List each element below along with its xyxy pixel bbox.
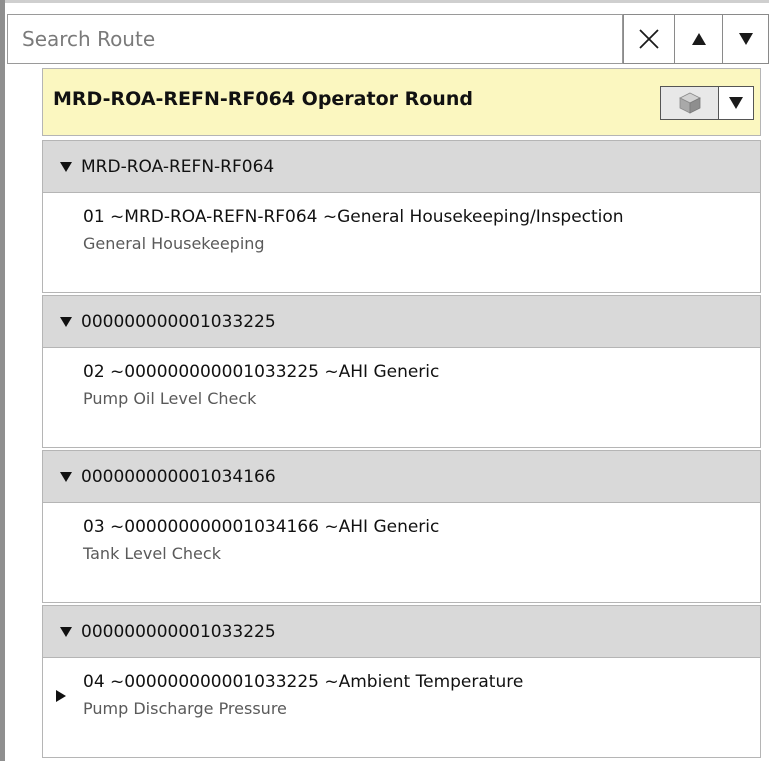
step-item-current[interactable]: 04 ~000000000001033225 ~Ambient Temperat… [42,658,761,758]
triangle-down-icon [60,626,72,637]
group-label: 000000000001034166 [81,466,276,487]
route-options-button[interactable] [661,87,718,119]
step-subtitle: Pump Discharge Pressure [83,699,287,718]
step-item[interactable]: 02 ~000000000001033225 ~AHI Generic Pump… [42,348,761,448]
step-title: 04 ~000000000001033225 ~Ambient Temperat… [83,672,524,692]
route-list: MRD-ROA-REFN-RF064 Operator Round MRD-RO… [42,68,761,761]
step-subtitle: Pump Oil Level Check [83,389,257,408]
triangle-down-icon [738,33,753,45]
step-item[interactable]: 01 ~MRD-ROA-REFN-RF064 ~General Housekee… [42,193,761,293]
group-header[interactable]: 000000000001034166 [42,450,761,503]
step-title: 02 ~000000000001033225 ~AHI Generic [83,362,440,382]
previous-step-button[interactable] [674,14,723,64]
next-step-button[interactable] [722,14,769,64]
step-item[interactable]: 03 ~000000000001034166 ~AHI Generic Tank… [42,503,761,603]
group-label: 000000000001033225 [81,311,276,332]
route-menu-button[interactable] [660,86,754,120]
step-title: 01 ~MRD-ROA-REFN-RF064 ~General Housekee… [83,207,624,227]
triangle-up-icon [691,33,706,45]
cube-icon [678,92,701,114]
route-header: MRD-ROA-REFN-RF064 Operator Round [42,68,761,136]
group-label: 000000000001033225 [81,621,276,642]
step-subtitle: General Housekeeping [83,234,265,253]
triangle-down-icon [60,471,72,482]
group-header[interactable]: MRD-ROA-REFN-RF064 [42,140,761,193]
panel-top-edge [0,0,769,3]
panel-left-edge [0,0,5,761]
current-step-arrow-icon [56,690,66,702]
step-subtitle: Tank Level Check [83,544,221,563]
triangle-down-icon [60,316,72,327]
search-input[interactable] [7,14,623,64]
clear-search-button[interactable] [623,14,675,64]
group-label: MRD-ROA-REFN-RF064 [81,156,275,177]
group-header[interactable]: 000000000001033225 [42,295,761,348]
search-bar [7,14,769,66]
group-header[interactable]: 000000000001033225 [42,605,761,658]
route-title: MRD-ROA-REFN-RF064 Operator Round [53,88,473,110]
close-icon [639,29,659,49]
triangle-down-icon [60,161,72,172]
route-dropdown-button[interactable] [719,87,753,119]
triangle-down-icon [729,97,743,109]
step-title: 03 ~000000000001034166 ~AHI Generic [83,517,440,537]
